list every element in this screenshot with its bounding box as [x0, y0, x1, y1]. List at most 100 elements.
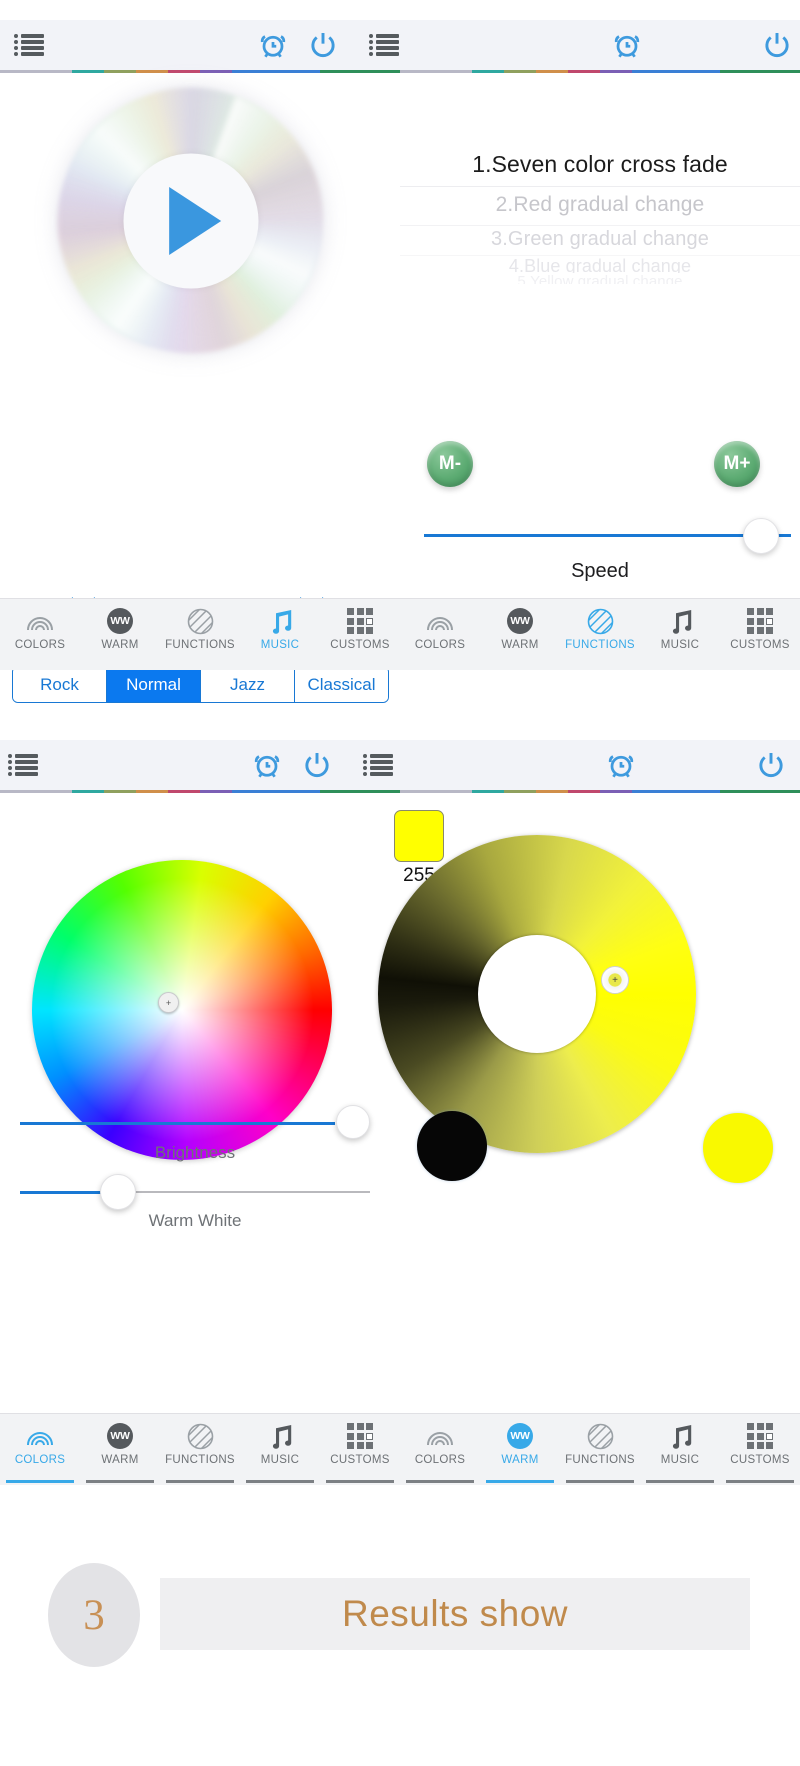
tab-music[interactable]: MUSIC [640, 599, 720, 670]
selected-color-swatch[interactable] [394, 810, 444, 862]
tab-colors[interactable]: COLORS [400, 599, 480, 670]
tab-label: CUSTOMS [730, 1454, 790, 1466]
preview-black[interactable] [417, 1111, 487, 1181]
preview-yellow[interactable] [703, 1113, 773, 1183]
function-item[interactable]: 5.Yellow gradual change [400, 273, 800, 284]
list-icon[interactable] [14, 34, 44, 56]
power-icon[interactable] [761, 29, 793, 61]
ww-icon: WW [505, 1422, 535, 1450]
tab-functions[interactable]: FUNCTIONS [560, 599, 640, 670]
tab-warm[interactable]: WW WARM [80, 1414, 160, 1485]
genre-normal[interactable]: Normal [107, 667, 201, 702]
function-list[interactable]: 1.Seven color cross fade 2.Red gradual c… [400, 145, 800, 284]
tab-customs[interactable]: CUSTOMS [720, 1414, 800, 1485]
list-icon[interactable] [8, 754, 38, 776]
ww-icon: WW [105, 1422, 135, 1450]
tab-colors[interactable]: COLORS [0, 599, 80, 670]
tab-underline [6, 1480, 74, 1483]
hatched-circle-icon [185, 607, 215, 635]
genre-jazz[interactable]: Jazz [201, 667, 295, 702]
function-item-selected[interactable]: 1.Seven color cross fade [400, 145, 800, 187]
music-note-icon [265, 607, 295, 635]
top-navbar-1 [0, 20, 800, 70]
hatched-circle-icon [185, 1422, 215, 1450]
navbar-left-half [0, 740, 400, 790]
tab-label: COLORS [414, 1454, 466, 1466]
function-item[interactable]: 2.Red gradual change [400, 187, 800, 226]
music-disc[interactable] [58, 88, 323, 353]
navbar-right-half [369, 20, 800, 70]
power-icon[interactable] [301, 749, 333, 781]
top-navbar-2 [0, 740, 800, 790]
tab-customs[interactable]: CUSTOMS [320, 599, 400, 670]
brightness-slider-knob[interactable] [336, 1105, 370, 1139]
alarm-clock-icon[interactable] [258, 30, 288, 60]
tab-label: CUSTOMS [330, 1454, 390, 1466]
tab-label: WARM [101, 639, 139, 651]
tab-label: WARM [501, 639, 539, 651]
mode-minus-button[interactable]: M- [427, 441, 473, 487]
tab-customs[interactable]: CUSTOMS [320, 1414, 400, 1485]
tabbar-2-left: COLORS WW WARM FUNCTIONS MUSIC CUSTOMS [0, 1414, 400, 1485]
tab-warm[interactable]: WW WARM [480, 1414, 560, 1485]
tabbar-1-left: COLORS WW WARM FUNCTIONS MUSIC CUSTOMS [0, 599, 400, 670]
results-show-bar: Results show [160, 1578, 750, 1650]
tab-label: FUNCTIONS [165, 1454, 235, 1466]
tab-music[interactable]: MUSIC [240, 1414, 320, 1485]
tab-label: MUSIC [660, 1454, 700, 1466]
power-icon[interactable] [307, 29, 339, 61]
warm-white-ring-cursor[interactable]: + [601, 966, 629, 994]
tabbar-1: COLORS WW WARM FUNCTIONS MUSIC CUSTOMS C… [0, 598, 800, 670]
tab-underline [326, 1480, 394, 1483]
brightness-slider-track[interactable] [20, 1122, 335, 1125]
tab-label: FUNCTIONS [565, 1454, 635, 1466]
tab-label: MUSIC [260, 639, 300, 651]
alarm-clock-icon[interactable] [252, 750, 282, 780]
genre-rock[interactable]: Rock [13, 667, 107, 702]
color-wheel[interactable]: + [32, 860, 332, 1160]
warm-white-slider-knob[interactable] [100, 1174, 136, 1210]
brightness-label: Brightness [154, 1143, 236, 1162]
tab-label: COLORS [14, 639, 66, 651]
tab-warm[interactable]: WW WARM [480, 599, 560, 670]
warm-white-ring[interactable]: + [378, 835, 696, 1153]
alarm-clock-icon[interactable] [612, 30, 642, 60]
tab-warm[interactable]: WW WARM [80, 599, 160, 670]
music-note-icon [665, 607, 695, 635]
genre-classical[interactable]: Classical [295, 667, 388, 702]
tab-colors[interactable]: COLORS [400, 1414, 480, 1485]
tab-functions[interactable]: FUNCTIONS [160, 599, 240, 670]
speed-slider-knob[interactable] [743, 518, 779, 554]
panel-music-and-functions: 1.Seven color cross fade 2.Red gradual c… [0, 20, 800, 703]
power-icon[interactable] [755, 749, 787, 781]
tab-label: FUNCTIONS [165, 639, 235, 651]
warm-white-slider-track[interactable] [118, 1191, 370, 1193]
hatched-circle-icon [585, 1422, 615, 1450]
function-item[interactable]: 4.Blue gradual change [400, 256, 800, 273]
app-screenshot: 1.Seven color cross fade 2.Red gradual c… [0, 0, 800, 1766]
list-icon[interactable] [363, 754, 393, 776]
function-item[interactable]: 3.Green gradual change [400, 226, 800, 256]
color-wheel-cursor[interactable]: + [158, 992, 179, 1013]
alarm-clock-icon[interactable] [606, 750, 636, 780]
navbar-right-half [363, 740, 800, 790]
tab-customs[interactable]: CUSTOMS [720, 599, 800, 670]
tab-functions[interactable]: FUNCTIONS [160, 1414, 240, 1485]
tab-music[interactable]: MUSIC [640, 1414, 720, 1485]
warm-white-label: Warm White [148, 1211, 242, 1230]
grid-icon [345, 1422, 375, 1450]
tab-colors[interactable]: COLORS [0, 1414, 80, 1485]
rainbow-arc-icon [25, 607, 55, 635]
list-icon[interactable] [369, 34, 399, 56]
tab-underline [406, 1480, 474, 1483]
rainbow-arc-icon [25, 1422, 55, 1450]
grid-icon [745, 607, 775, 635]
speed-slider-track[interactable] [424, 534, 791, 537]
hatched-circle-icon [585, 607, 615, 635]
results-show-title: Results show [341, 1593, 569, 1634]
tab-label: COLORS [414, 639, 466, 651]
mode-plus-button[interactable]: M+ [714, 441, 760, 487]
tab-music[interactable]: MUSIC [240, 599, 320, 670]
tab-functions[interactable]: FUNCTIONS [560, 1414, 640, 1485]
play-icon[interactable] [168, 186, 221, 255]
